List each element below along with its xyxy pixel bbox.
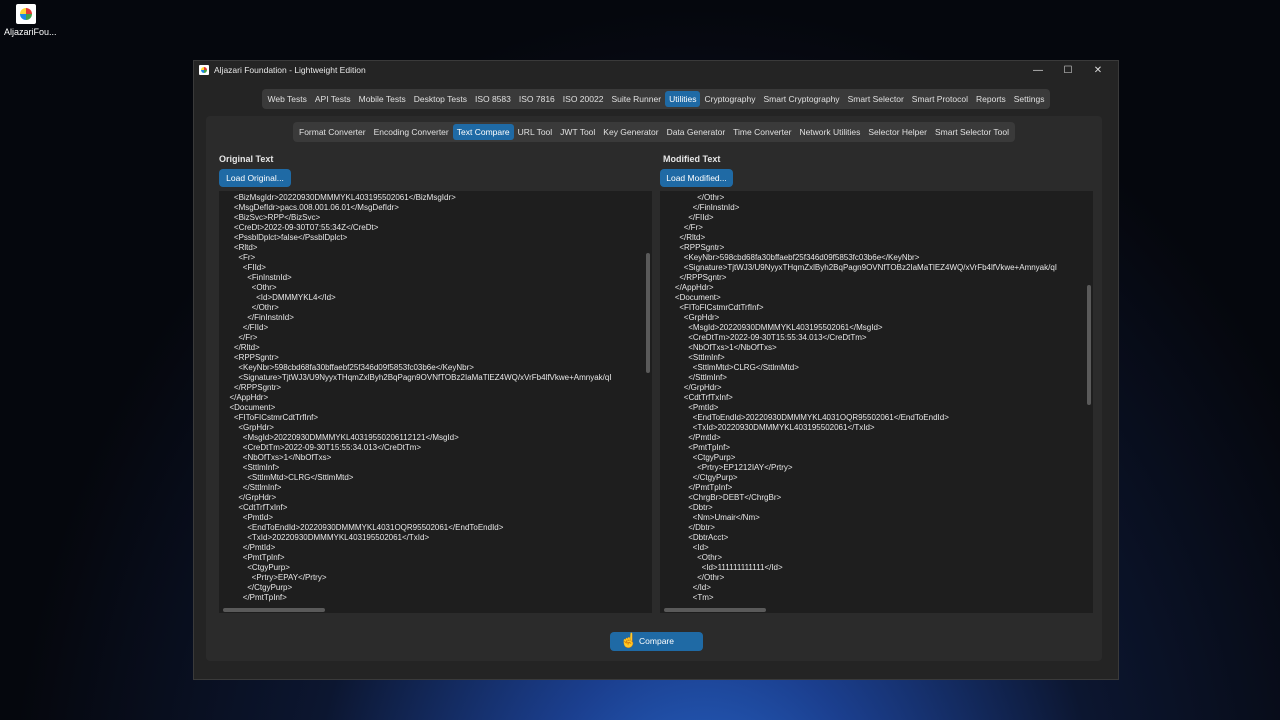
tab-desktop-tests[interactable]: Desktop Tests <box>410 91 471 107</box>
subtab-jwt-tool[interactable]: JWT Tool <box>556 124 599 140</box>
tab-smart-cryptography[interactable]: Smart Cryptography <box>760 91 844 107</box>
tab-iso-20022[interactable]: ISO 20022 <box>559 91 608 107</box>
subtab-selector-helper[interactable]: Selector Helper <box>864 124 931 140</box>
original-vertical-scrollbar[interactable] <box>646 253 650 373</box>
tab-mobile-tests[interactable]: Mobile Tests <box>355 91 410 107</box>
sub-tab-bar: Format Converter Encoding Converter Text C… <box>293 122 1015 142</box>
subtab-key-generator[interactable]: Key Generator <box>599 124 662 140</box>
subtab-time-converter[interactable]: Time Converter <box>729 124 795 140</box>
load-modified-button[interactable]: Load Modified... <box>660 169 733 187</box>
original-text-content: <BizMsgIdr>20220930DMMMYKL403195502061</… <box>229 193 612 602</box>
modified-vertical-scrollbar[interactable] <box>1087 285 1091 405</box>
tab-smart-selector[interactable]: Smart Selector <box>844 91 908 107</box>
load-original-button[interactable]: Load Original... <box>219 169 291 187</box>
hand-cursor-icon: ☝ <box>620 632 638 648</box>
tab-iso-7816[interactable]: ISO 7816 <box>515 91 559 107</box>
utilities-panel: Format Converter Encoding Converter Text C… <box>206 116 1102 661</box>
tab-settings[interactable]: Settings <box>1010 91 1049 107</box>
app-window: Aljazari Foundation - Lightweight Editio… <box>193 60 1119 680</box>
tab-smart-protocol[interactable]: Smart Protocol <box>908 91 972 107</box>
tab-cryptography[interactable]: Cryptography <box>700 91 759 107</box>
modified-text-content: </Othr> </FinInstnId> </FIId> </Fr> </Rl… <box>674 193 1058 602</box>
minimize-button[interactable]: — <box>1023 65 1053 76</box>
subtab-smart-selector-tool[interactable]: Smart Selector Tool <box>931 124 1013 140</box>
app-logo-icon <box>199 65 209 75</box>
subtab-url-tool[interactable]: URL Tool <box>514 124 557 140</box>
modified-text-label: Modified Text <box>663 154 721 164</box>
subtab-encoding-converter[interactable]: Encoding Converter <box>370 124 453 140</box>
maximize-button[interactable]: ☐ <box>1053 65 1083 76</box>
original-text-editor[interactable]: <BizMsgIdr>20220930DMMMYKL403195502061</… <box>219 191 652 613</box>
tab-api-tests[interactable]: API Tests <box>311 91 355 107</box>
subtab-text-compare[interactable]: Text Compare <box>452 124 514 140</box>
tab-reports[interactable]: Reports <box>972 91 1010 107</box>
subtab-network-utilities[interactable]: Network Utilities <box>795 124 864 140</box>
tab-iso-8583[interactable]: ISO 8583 <box>471 91 515 107</box>
tab-utilities[interactable]: Utilities <box>665 91 701 107</box>
app-logo-icon <box>16 4 36 24</box>
original-text-label: Original Text <box>219 154 274 164</box>
desktop-app-shortcut[interactable]: AljazariFou... <box>4 4 57 37</box>
title-bar[interactable]: Aljazari Foundation - Lightweight Editio… <box>194 61 1118 79</box>
window-title: Aljazari Foundation - Lightweight Editio… <box>214 65 366 75</box>
original-horizontal-scrollbar[interactable] <box>223 608 325 612</box>
subtab-format-converter[interactable]: Format Converter <box>295 124 370 140</box>
subtab-data-generator[interactable]: Data Generator <box>663 124 730 140</box>
tab-suite-runner[interactable]: Suite Runner <box>607 91 665 107</box>
main-tab-bar: Web Tests API Tests Mobile Tests Desktop Te… <box>261 89 1051 109</box>
tab-web-tests[interactable]: Web Tests <box>264 91 311 107</box>
close-button[interactable]: ✕ <box>1083 65 1113 76</box>
modified-text-editor[interactable]: </Othr> </FinInstnId> </FIId> </Fr> </Rl… <box>660 191 1093 613</box>
modified-horizontal-scrollbar[interactable] <box>664 608 766 612</box>
desktop-icon-label: AljazariFou... <box>4 27 57 37</box>
